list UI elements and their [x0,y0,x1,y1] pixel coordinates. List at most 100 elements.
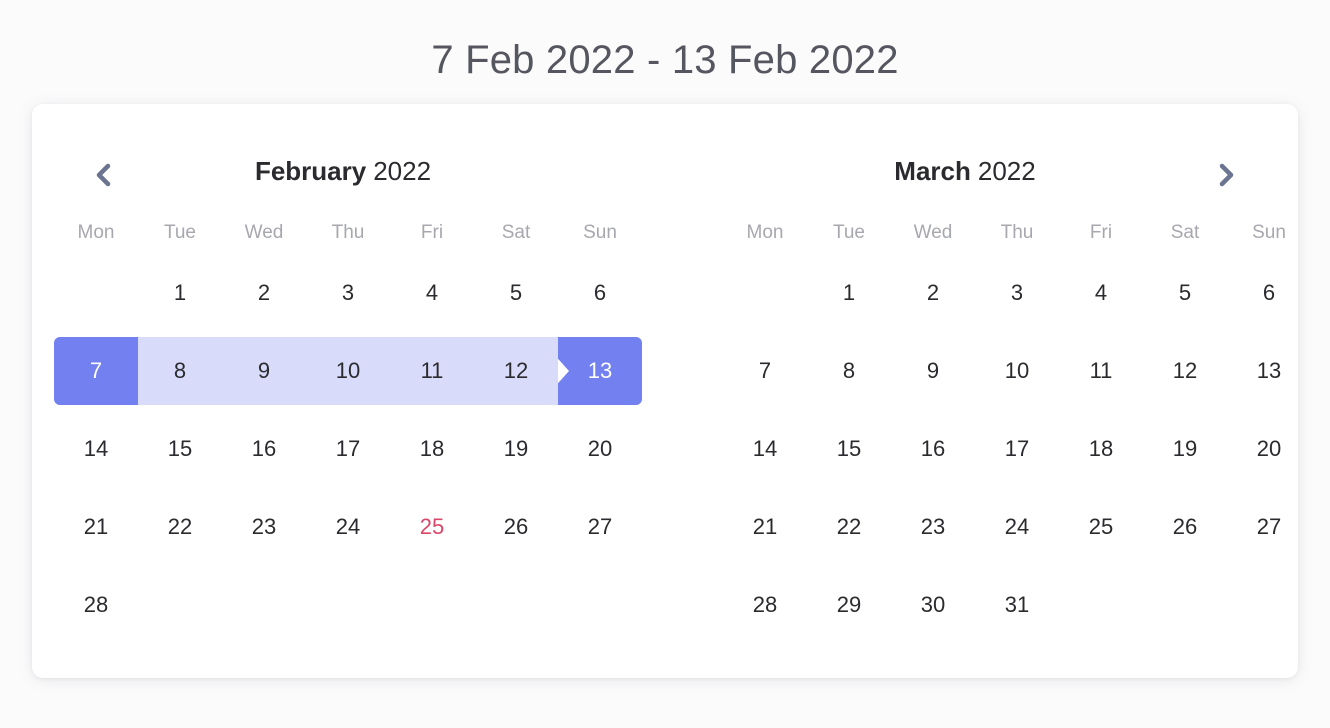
day-number: 12 [503,358,529,383]
day-cell-empty [1059,566,1143,644]
day-cell-february-19[interactable]: 19 [474,410,558,488]
selected-range-title: 7 Feb 2022 - 13 Feb 2022 [431,38,899,82]
day-cell-february-10[interactable]: 10 [306,332,390,410]
day-cell-february-11[interactable]: 11 [390,332,474,410]
month-year-right: 2022 [977,156,1036,186]
day-number: 15 [836,436,862,461]
day-cell-february-16[interactable]: 16 [222,410,306,488]
weekday-label-thu: Thu [1000,222,1034,243]
day-cell-march-31[interactable]: 31 [975,566,1059,644]
day-cell-march-30[interactable]: 30 [891,566,975,644]
day-cell-march-25[interactable]: 25 [1059,488,1143,566]
month-title-left: February 2022 [32,156,654,187]
day-cell-march-28[interactable]: 28 [723,566,807,644]
week-row: 28 [54,566,665,644]
day-cell-february-5[interactable]: 5 [474,254,558,332]
day-cell-february-23[interactable]: 23 [222,488,306,566]
day-number: 9 [926,358,940,383]
day-cell-empty [723,254,807,332]
day-cell-march-7[interactable]: 7 [723,332,807,410]
day-cell-march-19[interactable]: 19 [1143,410,1227,488]
day-cell-march-15[interactable]: 15 [807,410,891,488]
day-cell-march-22[interactable]: 22 [807,488,891,566]
month-name-left: February [254,156,367,186]
week-row: 28 29 30 31 [723,566,1298,644]
day-cell-march-9[interactable]: 9 [891,332,975,410]
day-cell-march-4[interactable]: 4 [1059,254,1143,332]
day-cell-february-21[interactable]: 21 [54,488,138,566]
day-number: 15 [167,436,193,461]
day-number: 5 [1178,280,1192,305]
day-cell-february-28[interactable]: 28 [54,566,138,644]
day-cell-march-17[interactable]: 17 [975,410,1059,488]
day-cell-february-22[interactable]: 22 [138,488,222,566]
day-cell-march-6[interactable]: 6 [1227,254,1311,332]
day-number: 8 [173,358,187,383]
week-row: 7 8 9 10 11 12 13 [723,332,1298,410]
weekday-label-tue: Tue [832,222,866,243]
weekday-label-wed: Wed [244,222,284,243]
weekday-label-fri: Fri [1089,222,1113,243]
day-cell-february-1[interactable]: 1 [138,254,222,332]
week-grid-right: 1 2 3 4 5 6 7 8 9 10 11 12 13 14 15 16 17 18 19 20 21 22 23 24 2… [723,254,1298,644]
day-number: 20 [1256,436,1282,461]
week-row: 1 2 3 4 5 6 [723,254,1298,332]
day-number: 23 [920,514,946,539]
day-cell-march-16[interactable]: 16 [891,410,975,488]
day-cell-february-18[interactable]: 18 [390,410,474,488]
day-cell-march-21[interactable]: 21 [723,488,807,566]
day-number: 27 [587,514,613,539]
day-cell-march-11[interactable]: 11 [1059,332,1143,410]
day-cell-march-5[interactable]: 5 [1143,254,1227,332]
week-row: 7 8 9 10 11 12 13 [54,332,665,410]
day-cell-february-9[interactable]: 9 [222,332,306,410]
day-cell-february-15[interactable]: 15 [138,410,222,488]
day-cell-february-3[interactable]: 3 [306,254,390,332]
day-cell-february-25[interactable]: 25 [390,488,474,566]
day-cell-empty [54,254,138,332]
day-cell-february-4[interactable]: 4 [390,254,474,332]
day-cell-february-27[interactable]: 27 [558,488,642,566]
day-cell-february-17[interactable]: 17 [306,410,390,488]
day-cell-march-29[interactable]: 29 [807,566,891,644]
day-cell-march-24[interactable]: 24 [975,488,1059,566]
day-cell-march-8[interactable]: 8 [807,332,891,410]
day-cell-march-14[interactable]: 14 [723,410,807,488]
day-cell-february-24[interactable]: 24 [306,488,390,566]
day-cell-march-13[interactable]: 13 [1227,332,1311,410]
day-cell-february-14[interactable]: 14 [54,410,138,488]
day-number: 31 [1004,592,1030,617]
day-cell-march-2[interactable]: 2 [891,254,975,332]
day-cell-february-12[interactable]: 12 [474,332,558,410]
weekday-label-sun: Sun [583,222,617,243]
day-cell-february-8[interactable]: 8 [138,332,222,410]
day-number: 19 [503,436,529,461]
month-panel-february: Mon Tue Wed Thu Fri Sat Sun 1 2 3 4 5 6 7 8 9 10 11 12 13 1… [32,212,665,644]
day-cell-march-20[interactable]: 20 [1227,410,1311,488]
day-cell-march-1[interactable]: 1 [807,254,891,332]
day-cell-march-18[interactable]: 18 [1059,410,1143,488]
week-grid-left: 1 2 3 4 5 6 7 8 9 10 11 12 13 14 15 16 17 18 19 20 21 22 23 24 2… [54,254,665,644]
day-cell-march-26[interactable]: 26 [1143,488,1227,566]
day-cell-february-7[interactable]: 7 [54,332,138,410]
day-number: 6 [593,280,607,305]
day-number: 26 [503,514,529,539]
day-cell-february-26[interactable]: 26 [474,488,558,566]
day-cell-february-20[interactable]: 20 [558,410,642,488]
day-cell-february-13[interactable]: 13 [558,332,642,410]
day-cell-february-6[interactable]: 6 [558,254,642,332]
day-cell-empty [474,566,558,644]
day-number: 23 [251,514,277,539]
day-cell-march-23[interactable]: 23 [891,488,975,566]
day-number: 1 [842,280,856,305]
day-cell-march-10[interactable]: 10 [975,332,1059,410]
day-number: 14 [752,436,778,461]
day-cell-february-2[interactable]: 2 [222,254,306,332]
day-number: 28 [752,592,778,617]
day-cell-march-27[interactable]: 27 [1227,488,1311,566]
day-cell-march-3[interactable]: 3 [975,254,1059,332]
day-cell-march-12[interactable]: 12 [1143,332,1227,410]
week-row: 14 15 16 17 18 19 20 [54,410,665,488]
day-number: 9 [257,358,271,383]
day-number: 5 [509,280,523,305]
